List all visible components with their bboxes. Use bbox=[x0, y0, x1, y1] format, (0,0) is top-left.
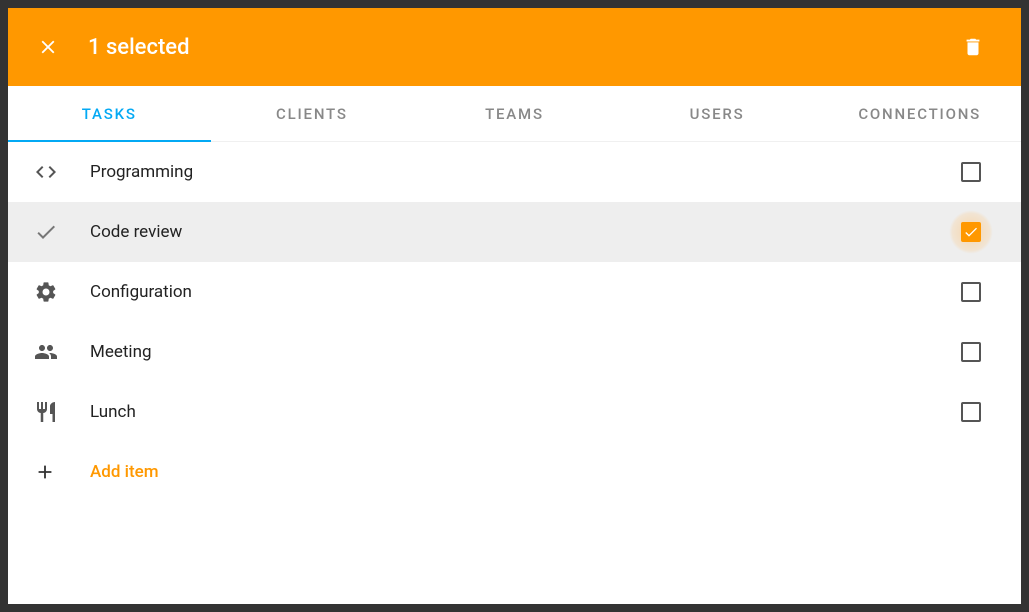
trash-icon bbox=[962, 36, 984, 58]
list-item[interactable]: Configuration bbox=[8, 262, 1021, 322]
tab-label: CLIENTS bbox=[276, 105, 348, 123]
tab-label: TEAMS bbox=[485, 105, 544, 123]
tab-bar: TASKS CLIENTS TEAMS USERS CONNECTIONS bbox=[8, 86, 1021, 142]
tab-teams[interactable]: TEAMS bbox=[413, 86, 616, 141]
item-label: Code review bbox=[90, 222, 949, 242]
item-checkbox[interactable] bbox=[949, 150, 993, 194]
tab-label: CONNECTIONS bbox=[858, 105, 981, 123]
tab-connections[interactable]: CONNECTIONS bbox=[818, 86, 1021, 141]
item-label: Lunch bbox=[90, 402, 949, 422]
item-label: Configuration bbox=[90, 282, 949, 302]
gear-icon bbox=[26, 280, 90, 304]
close-icon bbox=[37, 36, 59, 58]
selection-count: 1 selected bbox=[88, 35, 953, 60]
tab-users[interactable]: USERS bbox=[616, 86, 819, 141]
tab-label: USERS bbox=[690, 105, 745, 123]
list-item[interactable]: Code review bbox=[8, 202, 1021, 262]
restaurant-icon bbox=[26, 400, 90, 424]
close-button[interactable] bbox=[28, 27, 68, 67]
delete-button[interactable] bbox=[953, 27, 993, 67]
list-item[interactable]: Meeting bbox=[8, 322, 1021, 382]
people-icon bbox=[26, 340, 90, 364]
tab-clients[interactable]: CLIENTS bbox=[211, 86, 414, 141]
item-checkbox[interactable] bbox=[949, 270, 993, 314]
list-item[interactable]: Programming bbox=[8, 142, 1021, 202]
add-item-label: Add item bbox=[90, 462, 159, 482]
item-checkbox[interactable] bbox=[949, 390, 993, 434]
tab-tasks[interactable]: TASKS bbox=[8, 86, 211, 141]
plus-icon bbox=[26, 461, 90, 483]
item-label: Meeting bbox=[90, 342, 949, 362]
item-label: Programming bbox=[90, 162, 949, 182]
task-list: Programming Code review Configuration bbox=[8, 142, 1021, 604]
selection-header: 1 selected bbox=[8, 8, 1021, 86]
add-item-button[interactable]: Add item bbox=[8, 442, 1021, 502]
check-icon bbox=[26, 220, 90, 244]
tab-label: TASKS bbox=[82, 105, 137, 123]
code-icon bbox=[26, 160, 90, 184]
list-item[interactable]: Lunch bbox=[8, 382, 1021, 442]
item-checkbox[interactable] bbox=[949, 210, 993, 254]
item-checkbox[interactable] bbox=[949, 330, 993, 374]
panel: 1 selected TASKS CLIENTS TEAMS USERS CON… bbox=[8, 8, 1021, 604]
